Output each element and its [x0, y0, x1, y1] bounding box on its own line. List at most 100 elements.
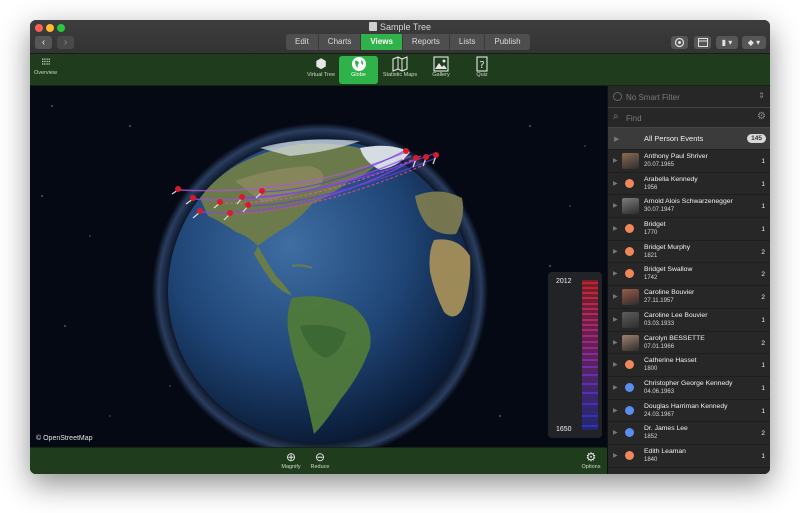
globe-view[interactable]: © OpenStreetMap 2012 1650: [30, 86, 607, 447]
event-count: 2: [761, 294, 765, 302]
disclosure-icon[interactable]: ▶: [613, 202, 618, 209]
overview-button[interactable]: ⁝⁝⁝⁝ Overview: [34, 57, 57, 76]
legend-max-year: 2012: [556, 278, 572, 285]
person-dot-icon: [625, 360, 634, 370]
tool-statistic-maps[interactable]: Statistic Maps: [380, 56, 420, 78]
tool-gallery[interactable]: Gallery: [422, 56, 460, 78]
disclosure-icon[interactable]: ▶: [613, 361, 618, 368]
person-date: 1852: [644, 434, 658, 441]
list-item[interactable]: ▶ Douglas Harriman Kennedy 24.03.1967 1: [608, 400, 770, 423]
tool-label-gallery: Gallery: [432, 72, 450, 78]
event-count: 2: [761, 248, 765, 256]
disclosure-icon[interactable]: ▶: [613, 384, 618, 391]
tool-globe[interactable]: Globe: [339, 56, 378, 84]
event-count-badge: 145: [747, 134, 766, 143]
disclosure-icon[interactable]: ▶: [613, 339, 618, 346]
disclosure-icon[interactable]: ▶: [613, 225, 618, 232]
overview-label: Overview: [34, 70, 57, 76]
list-item[interactable]: ▶ Dr. James Lee 1852 2: [608, 422, 770, 445]
list-item[interactable]: ▶ Arnold Alois Schwarzenegger 30.07.1947 1: [608, 195, 770, 219]
disclosure-icon[interactable]: ▶: [613, 429, 618, 436]
list-item[interactable]: ▶ Arabella Kennedy 1956 1: [608, 173, 770, 196]
tool-virtual-tree[interactable]: ⬢ Virtual Tree: [302, 56, 340, 78]
bookmarks-button[interactable]: ▮ ▾: [716, 36, 738, 49]
settings-icon[interactable]: ⚙: [757, 111, 766, 122]
person-name: Bridget: [644, 221, 666, 229]
event-count: 1: [761, 452, 765, 460]
disclosure-icon[interactable]: ▶: [613, 452, 618, 459]
svg-text:?: ?: [479, 60, 484, 71]
segment-lists[interactable]: Lists: [450, 34, 486, 50]
magnify-button[interactable]: ⊕ Magnify: [280, 450, 302, 470]
event-count: 1: [761, 180, 765, 188]
segment-views[interactable]: Views: [361, 34, 403, 50]
reduce-button[interactable]: ⊖ Reduce: [309, 450, 331, 470]
back-button[interactable]: ‹: [35, 36, 52, 49]
segment-publish[interactable]: Publish: [485, 34, 529, 50]
gallery-icon: [433, 56, 449, 72]
gear-icon: ⚙: [585, 450, 597, 464]
disclosure-icon[interactable]: ▶: [613, 270, 618, 277]
list-item[interactable]: ▶ Catherine Hasset 1800 1: [608, 354, 770, 377]
list-item[interactable]: ▶ Edith Leaman 1840 1: [608, 445, 770, 468]
disclosure-icon[interactable]: ▶: [613, 316, 618, 323]
map-attribution: © OpenStreetMap: [36, 435, 93, 442]
person-date: 30.07.1947: [644, 207, 675, 214]
title-bar: Sample Tree ‹ › Edit Charts Views Report…: [30, 20, 770, 54]
document-icon: [368, 22, 377, 31]
window-layout-icon: [697, 38, 708, 47]
avatar: [622, 198, 639, 215]
disclosure-icon[interactable]: ▶: [613, 157, 618, 164]
disclosure-icon[interactable]: ▶: [613, 248, 618, 255]
person-date: 1840: [644, 456, 658, 463]
window-layout-button[interactable]: [694, 36, 711, 49]
person-name: Anthony Paul Shriver: [644, 153, 708, 160]
app-window: Sample Tree ‹ › Edit Charts Views Report…: [30, 20, 770, 474]
person-date: 1956: [644, 184, 658, 191]
person-date: 04.06.1963: [644, 388, 675, 395]
cube-icon: ⬢: [315, 56, 327, 71]
list-item[interactable]: ▶ Caroline Lee Bouvier 03.03.1933 1: [608, 309, 770, 332]
list-item[interactable]: ▶ Bridget 1770 1: [608, 218, 770, 241]
globe-icon: [351, 57, 366, 71]
tag-icon: ◆ ▾: [747, 38, 761, 47]
forward-button[interactable]: ›: [57, 36, 74, 49]
tool-label-virtual-tree: Virtual Tree: [306, 72, 336, 78]
tool-quiz[interactable]: ? Quiz: [463, 56, 501, 78]
disclosure-icon[interactable]: ▶: [613, 407, 618, 414]
segment-reports[interactable]: Reports: [403, 34, 450, 50]
event-count: 1: [761, 362, 765, 370]
share-button[interactable]: [671, 36, 688, 49]
list-item[interactable]: ▶ Carolyn BESSETTE 07.01.1966 2: [608, 332, 770, 355]
find-field[interactable]: ⌕ Find ⚙: [608, 108, 770, 128]
list-item[interactable]: ▶ Bridget Murphy 1821 2: [608, 241, 770, 264]
list-item[interactable]: ▶ Anthony Paul Shriver 20.07.1965 1: [608, 150, 770, 173]
person-dot-icon: [625, 405, 634, 415]
options-button[interactable]: ⚙ Options: [579, 450, 603, 470]
person-name: Arnold Alois Schwarzenegger: [644, 198, 733, 206]
list-item[interactable]: ▶ Caroline Bouvier 27.11.1957 2: [608, 286, 770, 309]
disclosure-icon[interactable]: ▶: [613, 293, 618, 300]
legend-min-year: 1650: [556, 426, 572, 433]
bottom-toolbar: ⊕ Magnify ⊖ Reduce ⚙ Options: [30, 447, 607, 474]
disclosure-icon[interactable]: ▶: [613, 180, 618, 187]
person-sidebar: No Smart Filter ⇕ ⌕ Find ⚙ ▶ All Person …: [607, 86, 770, 474]
all-person-events-row[interactable]: ▶ All Person Events 145: [608, 128, 770, 150]
person-date: 27.11.1957: [644, 298, 674, 305]
avatar: [622, 289, 639, 306]
list-item[interactable]: ▶ Christopher George Kennedy 04.06.1963 1: [608, 377, 770, 400]
pin[interactable]: [432, 152, 439, 165]
segment-charts[interactable]: Charts: [319, 34, 362, 50]
tags-button[interactable]: ◆ ▾: [742, 36, 766, 49]
segment-edit[interactable]: Edit: [286, 34, 319, 50]
pin[interactable]: [171, 186, 181, 195]
avatar: [622, 311, 639, 328]
person-dot-icon: [625, 269, 634, 279]
disclosure-icon[interactable]: ▶: [614, 135, 619, 143]
list-item[interactable]: ▶ Bridget Swallow 1742 2: [608, 263, 770, 287]
smart-filter-select[interactable]: No Smart Filter ⇕: [608, 86, 770, 108]
quiz-icon: ?: [476, 56, 488, 72]
event-count: 2: [761, 430, 765, 438]
globe-canvas[interactable]: [30, 86, 607, 447]
person-name: Edith Leaman: [644, 447, 686, 455]
